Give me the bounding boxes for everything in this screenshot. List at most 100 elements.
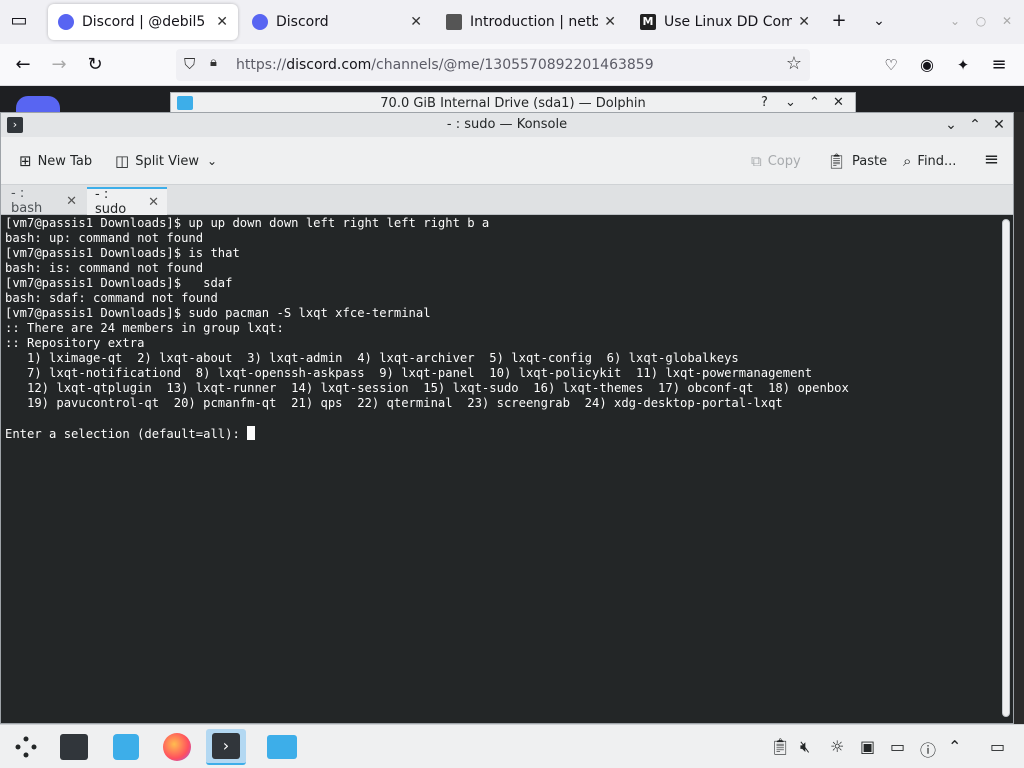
terminal-line: bash: is: command not found (5, 261, 204, 275)
new-tab-button[interactable]: + (824, 6, 854, 36)
minimize-icon[interactable]: ⌄ (785, 95, 796, 110)
pocket-icon[interactable]: ♡ (876, 50, 906, 80)
close-icon[interactable]: ✕ (798, 14, 810, 30)
account-icon[interactable]: ◉ (912, 50, 942, 80)
system-settings-button[interactable] (54, 729, 94, 765)
chevron-down-icon[interactable]: ⌄ (864, 6, 894, 36)
tab-sudo[interactable]: - : sudo ✕ (87, 187, 167, 217)
extensions-icon[interactable]: ✦ (948, 50, 978, 80)
close-icon[interactable]: ✕ (148, 195, 159, 210)
url-domain: discord.com (286, 57, 372, 73)
terminal-line: 7) lxqt-notificationd 8) lxqt-openssh-as… (5, 366, 813, 380)
konsole-toolbar: ⊞ New Tab ◫ Split View ⌄ ⧉ Copy 📋︎ Paste… (1, 137, 1013, 185)
close-icon[interactable]: ✕ (410, 14, 422, 30)
window-title: - : sudo — Konsole (446, 117, 568, 132)
back-arrow-icon[interactable]: ← (8, 50, 38, 80)
terminal-line: :: There are 24 members in group lxqt: (5, 321, 284, 335)
app-launcher-icon (15, 736, 37, 758)
reload-icon[interactable]: ↻ (80, 50, 110, 80)
display-icon[interactable]: ▭ (890, 737, 905, 756)
terminal-line: 12) lxqt-qtplugin 13) lxqt-runner 14) lx… (5, 381, 849, 395)
browser-tab-discord[interactable]: Discord ✕ (242, 4, 432, 40)
find-button[interactable]: ⌕ Find... (903, 149, 956, 173)
copy-button[interactable]: ⧉ Copy (751, 149, 801, 173)
konsole-window: › - : sudo — Konsole ⌄ ⌃ ✕ ⊞ New Tab ◫ S… (0, 112, 1014, 724)
close-icon[interactable]: ✕ (989, 115, 1009, 135)
firefox-icon (163, 733, 191, 761)
help-icon[interactable]: ? (761, 95, 768, 110)
close-icon[interactable]: ✕ (833, 95, 844, 110)
url-prefix: https:// (236, 57, 287, 73)
search-icon: ⌕ (903, 152, 912, 170)
chevron-up-icon[interactable]: ⌃ (948, 737, 961, 756)
shield-icon[interactable]: ⛉ (184, 55, 195, 73)
hamburger-menu-icon[interactable]: ≡ (984, 149, 999, 170)
help-icon[interactable]: ⓘ (920, 737, 936, 761)
text-cursor (247, 426, 256, 440)
folder-icon (267, 735, 297, 759)
bookmark-star-icon[interactable]: ☆ (786, 53, 802, 74)
paste-button[interactable]: 📋︎ Paste (827, 149, 887, 173)
dolphin-title: 70.0 GiB Internal Drive (sda1) — Dolphin (380, 96, 646, 111)
terminal-line: [vm7@passis1 Downloads]$ up up down down… (5, 216, 490, 230)
discord-icon (252, 14, 268, 30)
close-icon[interactable]: ✕ (66, 194, 77, 209)
tab-list-icon[interactable]: ▭ (4, 6, 34, 36)
close-icon[interactable]: ✕ (216, 14, 228, 30)
settings-icon (60, 734, 88, 760)
maximize-icon[interactable]: ⌃ (809, 95, 820, 110)
copy-label: Copy (767, 153, 801, 169)
firefox-button[interactable] (157, 729, 197, 765)
terminal-line: 1) lximage-qt 2) lxqt-about 3) lxqt-admi… (5, 351, 739, 365)
new-tab-label: New Tab (37, 153, 93, 169)
browser-tab-introduction[interactable]: Introduction | netbo ✕ (436, 4, 626, 40)
url-bar[interactable]: ⛉ 🔒︎ https://discord.com/channels/@me/13… (176, 49, 810, 81)
terminal-icon: › (212, 733, 240, 759)
tab-label: - : bash (11, 186, 43, 216)
lock-icon[interactable]: 🔒︎ (210, 55, 217, 70)
konsole-task-button[interactable]: › (206, 729, 246, 765)
chevron-down-icon: ⌄ (207, 154, 218, 168)
konsole-tab-bar: - : bash ✕ - : sudo ✕ (1, 185, 1013, 217)
storage-icon[interactable]: ▣ (860, 737, 875, 756)
dolphin-window: 70.0 GiB Internal Drive (sda1) — Dolphin… (170, 92, 856, 114)
medium-icon: M (640, 14, 656, 30)
volume-muted-icon[interactable]: 🔇︎ (800, 737, 810, 757)
browser-tab-discord-debil5[interactable]: Discord | @debil5 ✕ (48, 4, 238, 40)
maximize-icon[interactable]: ⌃ (965, 115, 985, 135)
show-desktop-icon[interactable]: ▭ (990, 737, 1005, 756)
terminal-output: [vm7@passis1 Downloads]$ up up down down… (5, 216, 1009, 442)
terminal-area[interactable]: [vm7@passis1 Downloads]$ up up down down… (1, 215, 1013, 723)
scrollbar[interactable] (1002, 219, 1010, 717)
clipboard-icon[interactable]: 📋︎ (770, 737, 790, 756)
split-view-button[interactable]: ◫ Split View ⌄ (115, 149, 217, 173)
tab-bash[interactable]: - : bash ✕ (3, 186, 85, 216)
copy-icon: ⧉ (751, 152, 762, 170)
find-label: Find... (917, 153, 957, 169)
terminal-line: [vm7@passis1 Downloads]$ sdaf (5, 276, 233, 290)
paste-icon: 📋︎ (827, 152, 847, 170)
terminal-line: bash: sdaf: command not found (5, 291, 218, 305)
close-icon[interactable]: ✕ (604, 14, 616, 30)
terminal-line: Enter a selection (default=all): (5, 426, 1009, 442)
app-launcher-button[interactable] (6, 729, 46, 765)
konsole-titlebar[interactable]: › - : sudo — Konsole ⌄ ⌃ ✕ (1, 113, 1013, 137)
terminal-line: [vm7@passis1 Downloads]$ is that (5, 246, 240, 260)
tab-label: - : sudo (95, 187, 127, 217)
forward-arrow-icon[interactable]: → (44, 50, 74, 80)
discover-button[interactable] (106, 729, 146, 765)
new-tab-button[interactable]: ⊞ New Tab (19, 149, 92, 173)
split-view-label: Split View (135, 153, 199, 169)
brightness-icon[interactable]: ☼ (830, 737, 844, 756)
paste-label: Paste (852, 153, 888, 169)
terminal-line: 19) pavucontrol-qt 20) pcmanfm-qt 21) qp… (5, 396, 783, 410)
browser-tab-label: Use Linux DD Comm (664, 14, 793, 30)
close-window-icon[interactable]: ✕ (992, 6, 1022, 36)
minimize-icon[interactable]: ⌄ (941, 115, 961, 135)
new-tab-icon: ⊞ (19, 152, 32, 170)
dolphin-task-button[interactable] (262, 729, 302, 765)
hamburger-menu-icon[interactable]: ≡ (984, 50, 1014, 80)
split-view-icon: ◫ (115, 152, 130, 170)
browser-tab-linux-dd[interactable]: M Use Linux DD Comm ✕ (630, 4, 820, 40)
